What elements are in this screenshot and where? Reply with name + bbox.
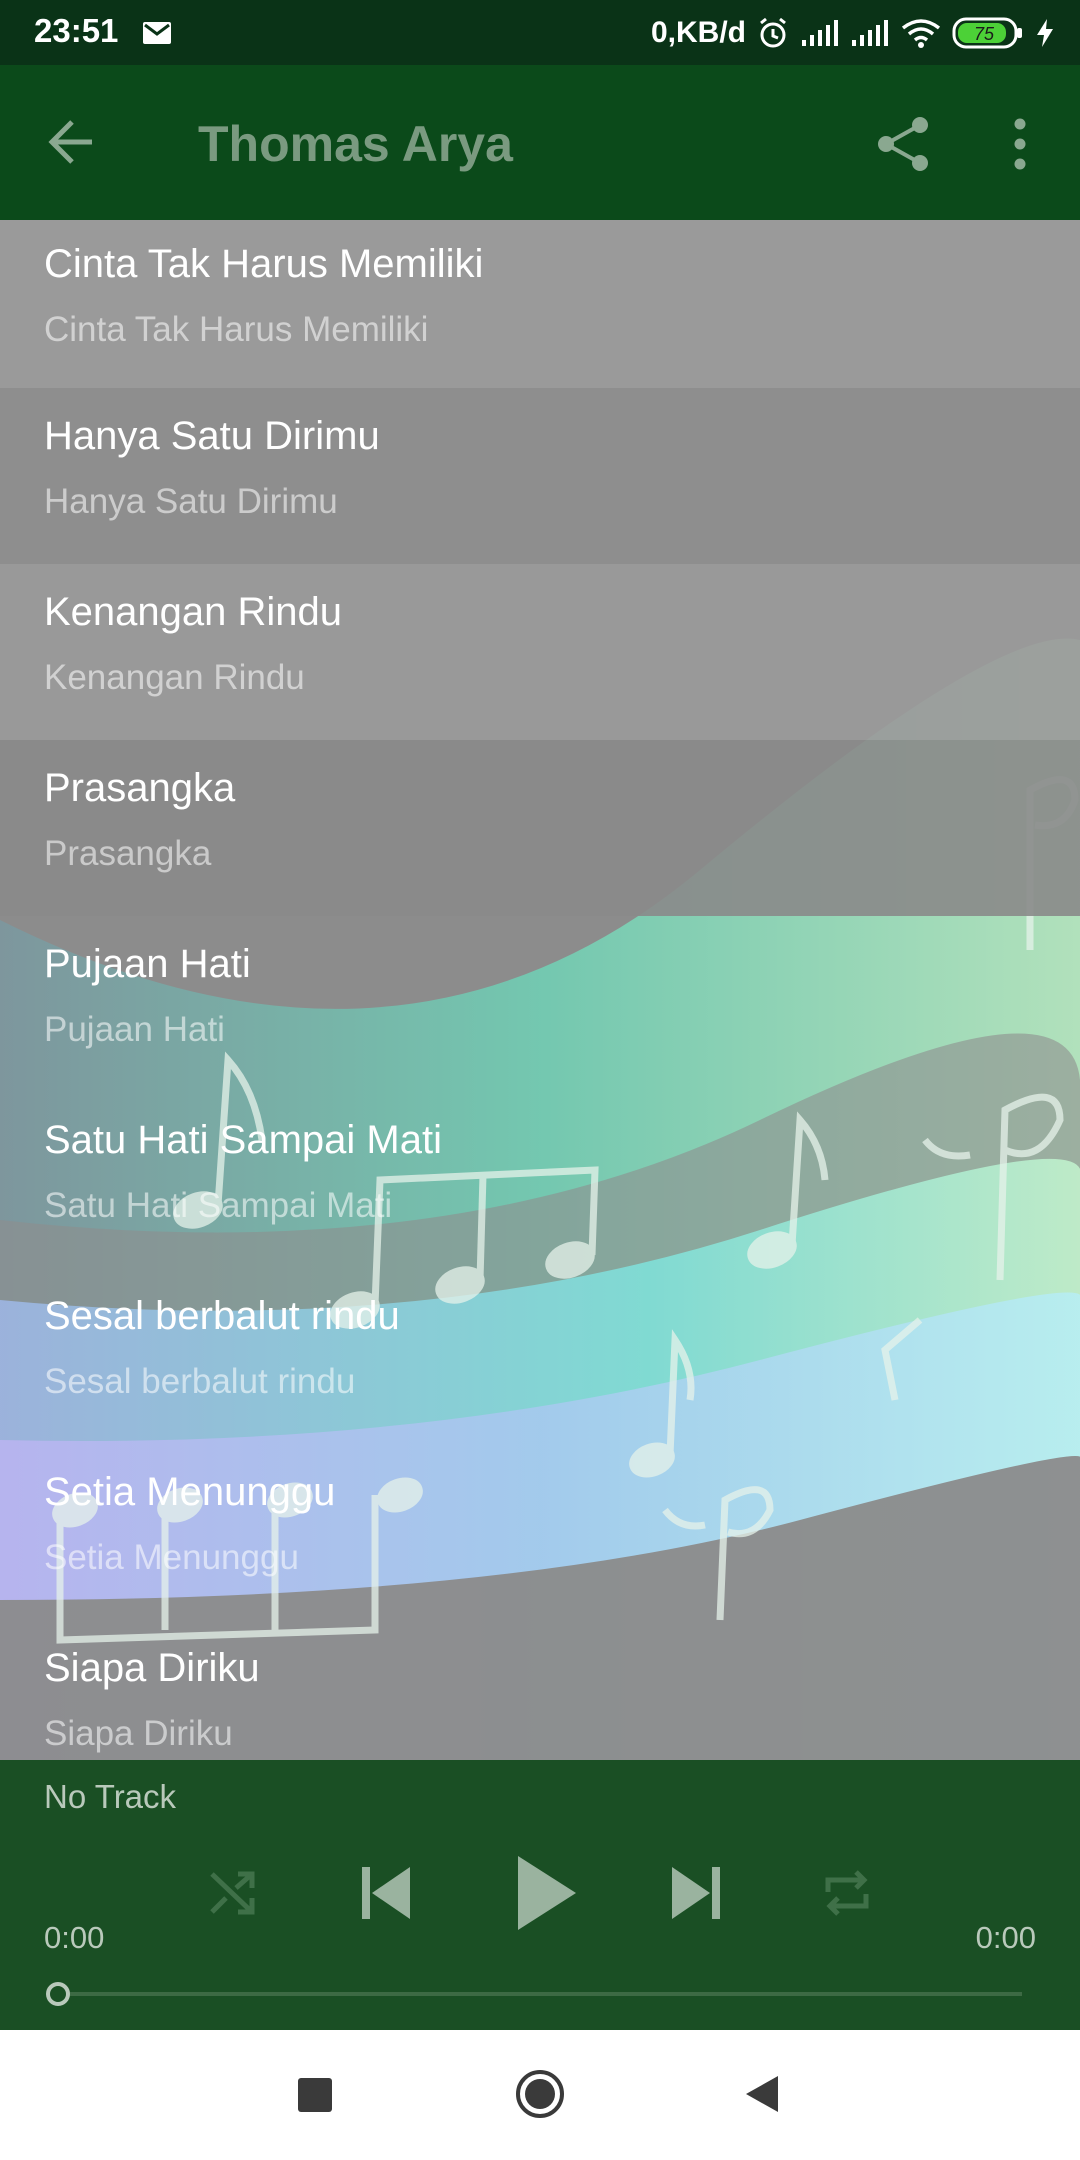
app-bar: Thomas Arya (0, 65, 1080, 220)
now-playing-label: No Track (44, 1778, 177, 1815)
charging-icon (1037, 19, 1053, 47)
page-title: Thomas Arya (198, 116, 513, 172)
seek-bar[interactable] (58, 1992, 1022, 1996)
skip-previous-icon[interactable] (358, 1863, 414, 1923)
play-icon[interactable] (512, 1852, 580, 1934)
more-vert-icon[interactable] (1000, 113, 1040, 175)
track-item[interactable]: Kenangan Rindu Kenangan Rindu (0, 564, 1080, 740)
track-title: Setia Menunggu (44, 1470, 336, 1514)
status-indicators: 0,KB/d 75 (651, 12, 1056, 54)
track-subtitle: Hanya Satu Dirimu (44, 482, 338, 521)
back-arrow-icon[interactable] (40, 110, 104, 174)
wifi-icon (901, 19, 941, 48)
player-panel: No Track 0:00 0:00 (0, 1760, 1080, 2030)
track-item[interactable]: Hanya Satu Dirimu Hanya Satu Dirimu (0, 388, 1080, 564)
alarm-icon (760, 17, 786, 48)
seek-thumb[interactable] (46, 1982, 70, 2006)
battery-level: 75 (974, 24, 995, 44)
track-item[interactable]: Pujaan Hati Pujaan Hati (0, 916, 1080, 1092)
track-subtitle: Setia Menunggu (44, 1538, 299, 1577)
track-subtitle: Cinta Tak Harus Memiliki (44, 310, 429, 349)
track-title: Pujaan Hati (44, 942, 251, 986)
track-subtitle: Satu Hati Sampai Mati (44, 1186, 393, 1225)
track-title: Prasangka (44, 766, 236, 810)
shuffle-icon[interactable] (206, 1866, 260, 1920)
track-item[interactable]: Setia Menunggu Setia Menunggu (0, 1444, 1080, 1620)
total-time: 0:00 (975, 1920, 1036, 1955)
track-subtitle: Sesal berbalut rindu (44, 1362, 356, 1401)
signal-icon (852, 20, 888, 46)
elapsed-time: 0:00 (44, 1920, 105, 1955)
track-title: Sesal berbalut rindu (44, 1294, 400, 1338)
track-title: Satu Hati Sampai Mati (44, 1118, 442, 1162)
battery-icon: 75 (952, 17, 1022, 49)
track-subtitle: Kenangan Rindu (44, 658, 305, 697)
track-subtitle: Prasangka (44, 834, 212, 873)
mail-icon (143, 22, 171, 44)
home-icon[interactable] (514, 2068, 566, 2120)
track-item[interactable]: Satu Hati Sampai Mati Satu Hati Sampai M… (0, 1092, 1080, 1268)
track-list: Cinta Tak Harus Memiliki Cinta Tak Harus… (0, 220, 1080, 1760)
system-nav-bar (0, 2030, 1080, 2160)
track-subtitle: Siapa Diriku (44, 1714, 233, 1753)
status-time: 23:51 (34, 12, 119, 49)
status-bar: 23:51 0,KB/d 75 (0, 0, 1080, 65)
track-title: Siapa Diriku (44, 1646, 260, 1690)
track-subtitle: Pujaan Hati (44, 1010, 225, 1049)
share-icon[interactable] (872, 113, 934, 175)
track-title: Kenangan Rindu (44, 590, 343, 634)
skip-next-icon[interactable] (668, 1863, 724, 1923)
track-list-area[interactable]: Cinta Tak Harus Memiliki Cinta Tak Harus… (0, 220, 1080, 1760)
track-title: Cinta Tak Harus Memiliki (44, 242, 484, 286)
back-triangle-icon[interactable] (742, 2072, 782, 2116)
repeat-icon[interactable] (820, 1866, 874, 1920)
recents-icon[interactable] (298, 2078, 332, 2112)
track-item[interactable]: Cinta Tak Harus Memiliki Cinta Tak Harus… (0, 220, 1080, 388)
track-item[interactable]: Sesal berbalut rindu Sesal berbalut rind… (0, 1268, 1080, 1444)
signal-icon (802, 20, 838, 46)
track-title: Hanya Satu Dirimu (44, 414, 380, 458)
network-speed: 0,KB/d (650, 16, 746, 49)
track-item[interactable]: Prasangka Prasangka (0, 740, 1080, 916)
track-item[interactable]: Siapa Diriku Siapa Diriku (0, 1620, 1080, 1760)
